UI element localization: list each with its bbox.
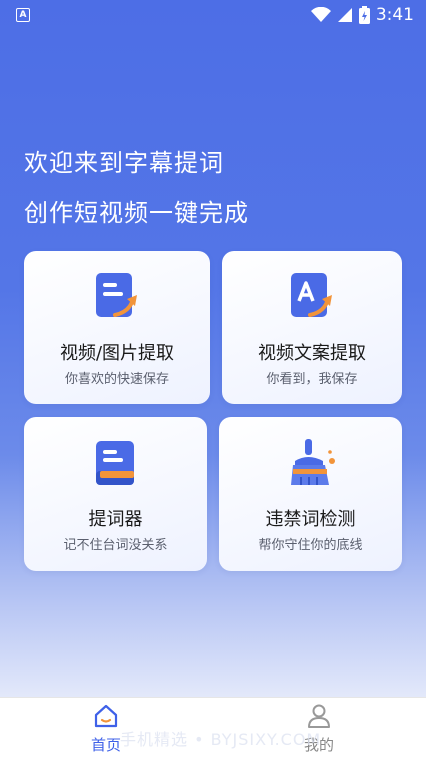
card-video-image-extract[interactable]: 视频/图片提取 你喜欢的快速保存	[24, 251, 210, 404]
text-a-arrow-icon	[286, 271, 338, 323]
status-icons: 3:41	[310, 4, 414, 26]
card-subtitle: 你喜欢的快速保存	[64, 372, 169, 387]
card-banned-word-check[interactable]: 违禁词检测 帮你守住你的底线	[219, 417, 402, 571]
card-subtitle: 记不住台词没关系	[63, 538, 168, 553]
headline-line2: 创作短视频一键完成	[24, 199, 249, 227]
battery-charging-icon	[358, 6, 370, 24]
headline-line1: 欢迎来到字幕提词	[24, 149, 224, 177]
card-title: 视频文案提取	[258, 343, 366, 364]
document-arrow-icon	[91, 271, 143, 323]
card-subtitle: 帮你守住你的底线	[258, 538, 363, 553]
card-title: 提词器	[88, 509, 143, 530]
book-icon	[90, 437, 142, 489]
app-notification-icon: A	[16, 8, 30, 22]
status-bar: A 3:41	[0, 0, 426, 30]
card-teleprompter[interactable]: 提词器 记不住台词没关系	[24, 417, 207, 571]
broom-icon	[285, 437, 337, 489]
wifi-icon	[310, 7, 331, 23]
card-title: 视频/图片提取	[59, 343, 175, 364]
home-icon	[93, 704, 119, 732]
card-video-text-extract[interactable]: 视频文案提取 你看到，我保存	[222, 251, 402, 404]
card-subtitle: 你看到，我保存	[266, 372, 358, 387]
card-title: 违禁词检测	[265, 509, 356, 530]
watermark: 手机精选 • BYJSIXY.COM	[120, 730, 322, 749]
signal-icon	[337, 7, 353, 23]
clock: 3:41	[375, 5, 414, 25]
